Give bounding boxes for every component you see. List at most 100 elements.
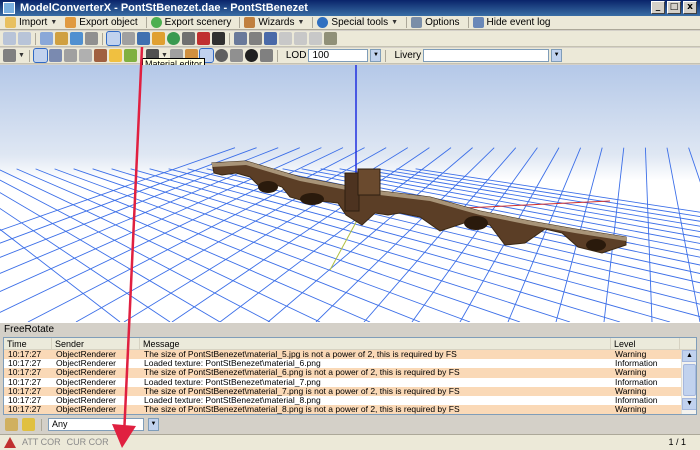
event-log-icon — [472, 17, 484, 28]
chevron-down-icon[interactable]: ▼ — [148, 418, 159, 431]
grid-icon[interactable] — [32, 48, 48, 63]
export-object-button[interactable]: Export object — [63, 16, 143, 30]
import-menu[interactable]: Import ▼ — [3, 16, 63, 30]
zoom-icon[interactable] — [122, 32, 135, 45]
hide-event-log-button[interactable]: Hide event log — [471, 16, 557, 30]
clear-log-icon[interactable] — [22, 418, 35, 431]
close-button[interactable]: x — [683, 1, 697, 14]
log-row[interactable]: 10:17:27 ObjectRenderer The size of PontSt… — [4, 386, 696, 396]
log-row[interactable]: 10:17:27 ObjectRenderer Loaded texture: Po… — [4, 395, 696, 406]
level-filter-select[interactable]: Any — [48, 418, 144, 431]
att-cor-indicator: ATT COR — [22, 437, 61, 447]
column-header-level[interactable]: Level — [611, 338, 680, 349]
column-header-time[interactable]: Time — [4, 338, 52, 349]
camera-icon[interactable] — [249, 32, 262, 45]
grid-line — [0, 207, 171, 322]
light-icon[interactable] — [108, 49, 122, 62]
log-cell-level: Warning — [615, 350, 647, 359]
scroll-thumb[interactable] — [683, 364, 696, 396]
hierarchy-icon[interactable] — [40, 32, 53, 45]
log-row[interactable]: 10:17:27 ObjectRenderer The size of PontSt… — [4, 405, 696, 414]
refresh-icon[interactable] — [309, 32, 322, 45]
grid-line — [0, 147, 344, 313]
undo-icon[interactable] — [279, 32, 292, 45]
log-row[interactable]: 10:17:27 ObjectRenderer Loaded texture: Po… — [4, 359, 696, 369]
sphere-icon[interactable] — [214, 49, 228, 62]
wrench-icon[interactable] — [85, 32, 98, 45]
3d-viewport[interactable] — [0, 65, 700, 322]
page-indicator: 1 / 1 — [668, 437, 686, 447]
open-log-icon[interactable] — [5, 418, 18, 431]
lod-select[interactable]: 100 — [308, 49, 369, 62]
warning-icon[interactable] — [4, 437, 16, 448]
texture-icon[interactable] — [137, 32, 150, 45]
axes-icon[interactable] — [48, 49, 62, 62]
chevron-down-icon[interactable]: ▼ — [18, 52, 25, 59]
log-cell-level: Warning — [615, 386, 647, 396]
pen-icon[interactable] — [63, 49, 77, 62]
image-icon[interactable] — [152, 32, 165, 45]
column-header-sender[interactable]: Sender — [52, 338, 140, 349]
scroll-up-icon[interactable]: ▲ — [682, 350, 696, 362]
wizards-menu[interactable]: Wizards ▼ — [242, 16, 310, 30]
log-cell-time: 10:17:27 — [8, 395, 42, 405]
scissors-icon[interactable] — [197, 32, 210, 45]
minimize-button[interactable]: _ — [651, 1, 665, 14]
chevron-down-icon[interactable]: ▼ — [551, 49, 563, 62]
back-icon[interactable] — [3, 32, 16, 45]
screen-icon[interactable] — [234, 32, 247, 45]
log-cell-time: 10:17:27 — [8, 350, 42, 359]
special-tools-menu[interactable]: Special tools ▼ — [315, 16, 404, 30]
log-row[interactable]: 10:17:27 ObjectRenderer The size of PontSt… — [4, 350, 696, 360]
column-header-message[interactable]: Message — [140, 338, 611, 349]
bridge-model — [211, 160, 627, 254]
viewport-scene — [0, 65, 700, 322]
log-cell-time: 10:17:27 — [8, 359, 42, 369]
separator — [312, 17, 314, 28]
save-icon[interactable] — [264, 32, 277, 45]
event-log[interactable]: Time Sender Message Level 10:17:27 Object… — [3, 337, 697, 415]
globe-icon[interactable] — [167, 32, 180, 45]
toolbar-view: ▼ ▼ LOD 100 ▼ Livery ▼ — [0, 48, 700, 64]
options-button[interactable]: Options — [409, 16, 465, 30]
normals-icon[interactable] — [229, 49, 243, 62]
checker-icon[interactable] — [244, 49, 258, 62]
forward-icon[interactable] — [18, 32, 31, 45]
log-cell-level: Information — [615, 395, 658, 405]
scroll-down-icon[interactable]: ▼ — [682, 398, 696, 410]
fit-view-icon[interactable] — [3, 49, 16, 62]
log-cell-sender: ObjectRenderer — [56, 395, 117, 405]
separator — [145, 17, 147, 28]
separator — [102, 32, 103, 45]
paint-icon[interactable] — [55, 32, 68, 45]
material-editor-icon[interactable] — [106, 31, 121, 46]
redo-icon[interactable] — [294, 32, 307, 45]
import-label: Import — [19, 17, 48, 28]
settings-icon[interactable] — [324, 32, 337, 45]
log-row[interactable]: 10:17:27 ObjectRenderer Loaded texture: Po… — [4, 377, 696, 387]
log-cell-time: 10:17:27 — [8, 386, 42, 396]
export-object-label: Export object — [79, 17, 138, 28]
link-icon[interactable] — [259, 49, 273, 62]
tag-icon[interactable] — [70, 32, 83, 45]
event-log-scrollbar[interactable]: ▲ ▼ — [681, 350, 696, 414]
chevron-down-icon[interactable]: ▼ — [370, 49, 382, 62]
export-object-icon — [65, 17, 77, 28]
export-scenery-button[interactable]: Export scenery — [149, 16, 238, 30]
color-icon[interactable] — [123, 49, 137, 62]
livery-select[interactable] — [423, 49, 550, 62]
log-row[interactable]: 10:17:27 ObjectRenderer The size of PontSt… — [4, 368, 696, 378]
export-scenery-label: Export scenery — [164, 17, 232, 28]
texture-toggle-icon[interactable] — [93, 49, 107, 62]
log-cell-message: The size of PontStBenezet\material_5.jpg… — [144, 350, 457, 359]
grid-line — [171, 147, 430, 322]
log-cell-message: The size of PontStBenezet\material_8.png… — [144, 405, 460, 415]
wireframe-icon[interactable] — [78, 49, 92, 62]
globe-icon — [150, 17, 162, 28]
separator — [229, 32, 230, 45]
separator — [385, 49, 387, 62]
person-icon[interactable] — [212, 32, 225, 45]
box-icon[interactable] — [182, 32, 195, 45]
grid-line — [315, 147, 495, 322]
maximize-button[interactable]: □ — [667, 1, 681, 14]
